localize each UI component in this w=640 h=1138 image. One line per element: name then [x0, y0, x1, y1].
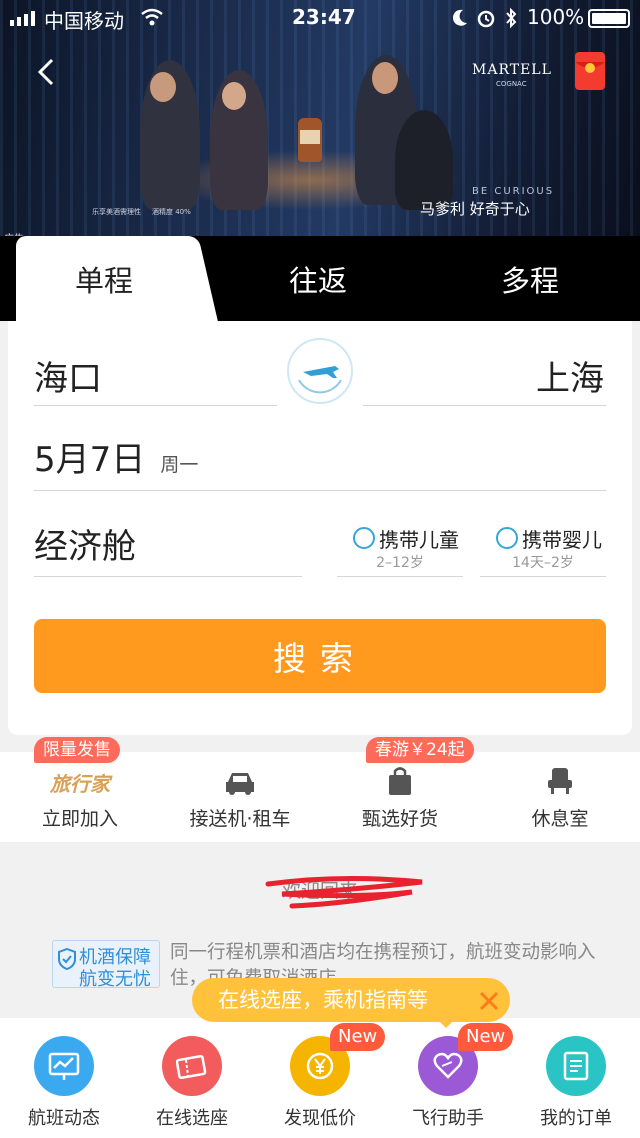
new-badge: New [330, 1023, 386, 1051]
weekday: 周一 [160, 454, 199, 476]
shield-icon [58, 948, 76, 970]
ticket-icon [176, 1054, 207, 1080]
quick-link-shop[interactable]: 甄选好货 [320, 752, 480, 842]
brand-logo: MARTELL [472, 62, 552, 78]
trip-type-tabs: 单程 往返 多程 [0, 236, 640, 321]
back-button[interactable] [30, 52, 64, 92]
nav-label: 发现低价 [284, 1108, 356, 1129]
child-checkbox[interactable] [353, 527, 375, 549]
brand-sub: COGNAC [496, 80, 527, 88]
tab-one-way[interactable]: 单程 [16, 236, 192, 321]
ad-banner[interactable]: MARTELL COGNAC BE CURIOUS 马爹利 好奇于心 乐享美酒需… [0, 0, 640, 245]
child-label: 携带儿童 [379, 528, 459, 552]
order-icon [563, 1051, 589, 1081]
lounge-seat-icon [548, 768, 572, 794]
spring-trip-badge: 春游￥24起 [366, 737, 474, 763]
infant-label: 携带婴儿 [522, 528, 602, 552]
infant-option[interactable]: 携带婴儿 14天–2岁 [480, 520, 606, 577]
nav-low-price[interactable]: 发现低价 New [256, 1018, 386, 1138]
carrier: 中国移动 [44, 9, 124, 33]
signal-icon [10, 11, 35, 26]
child-age: 2–12岁 [376, 555, 424, 571]
child-option[interactable]: 携带儿童 2–12岁 [337, 520, 463, 577]
battery-percent: 100% [527, 5, 585, 29]
flight-status-icon [48, 1052, 80, 1080]
red-packet-button[interactable] [575, 52, 605, 90]
moon-icon [452, 9, 467, 26]
quick-link-join[interactable]: 旅行家 立即加入 [0, 752, 160, 842]
tooltip-text: 在线选座，乘机指南等 [218, 988, 428, 1012]
slogan-en: BE CURIOUS [472, 186, 555, 197]
close-icon[interactable] [478, 990, 500, 1012]
wifi-icon [141, 8, 163, 26]
cabin-class[interactable]: 经济舱 [34, 519, 136, 568]
clock: 23:47 [292, 5, 356, 29]
infant-checkbox[interactable] [496, 527, 518, 549]
quick-link-label: 甄选好货 [361, 808, 438, 830]
airplane-swap-icon [298, 366, 342, 394]
bottom-nav: 航班动态 在线选座 发现低价 New 飞行助手 New 我的订单 [0, 1018, 640, 1138]
quick-links: 旅行家 立即加入 接送机·租车 甄选好货 休息室 [0, 752, 640, 842]
nav-seat-selection[interactable]: 在线选座 [128, 1018, 256, 1138]
swap-cities-button[interactable] [287, 338, 353, 404]
departure-date: 5月7日 [34, 440, 146, 480]
limited-sale-badge: 限量发售 [34, 737, 120, 763]
tab-multi-city[interactable]: 多程 [430, 236, 630, 321]
ad-warning: 乐享美酒需理性 [92, 208, 141, 216]
new-badge: New [458, 1023, 514, 1051]
quick-link-car[interactable]: 接送机·租车 [160, 752, 320, 842]
nav-my-orders[interactable]: 我的订单 [512, 1018, 640, 1138]
redaction-scribble [265, 875, 423, 909]
infant-age: 14天–2岁 [512, 555, 574, 571]
nav-label: 我的订单 [540, 1108, 612, 1129]
yen-coin-icon [306, 1052, 334, 1080]
nav-flight-status[interactable]: 航班动态 [0, 1018, 128, 1138]
traveler-logo: 旅行家 [50, 772, 110, 796]
quick-link-label: 立即加入 [41, 808, 118, 830]
alarm-icon [477, 10, 495, 28]
quick-link-label: 休息室 [531, 808, 589, 830]
red-packet-icon [575, 62, 605, 73]
nav-flight-assistant[interactable]: 飞行助手 New [384, 1018, 514, 1138]
departure-city[interactable]: 海口 [34, 351, 102, 400]
nav-label: 航班动态 [28, 1108, 100, 1129]
nav-label: 飞行助手 [412, 1108, 484, 1129]
status-bar: 中国移动 23:47 100% [0, 0, 640, 36]
guarantee-badge: 机酒保障 航变无忧 [52, 940, 160, 990]
car-icon [226, 773, 254, 795]
feature-tooltip[interactable]: 在线选座，乘机指南等 [192, 978, 510, 1028]
date-picker[interactable]: 5月7日 周一 [34, 432, 606, 490]
quick-link-lounge[interactable]: 休息室 [480, 752, 640, 842]
arrival-city[interactable]: 上海 [536, 351, 604, 400]
tab-round-trip[interactable]: 往返 [218, 236, 418, 321]
heart-icon [433, 1052, 463, 1079]
shopping-bag-icon [389, 767, 411, 795]
guarantee-line2: 航变无忧 [79, 969, 151, 990]
battery-icon [588, 9, 630, 28]
slogan-cn: 马爹利 好奇于心 [420, 200, 530, 218]
search-button[interactable]: 搜索 [34, 619, 606, 693]
bluetooth-icon [506, 7, 517, 29]
quick-link-label: 接送机·租车 [189, 808, 291, 830]
ad-abv: 酒精度 40% [152, 208, 191, 216]
nav-label: 在线选座 [156, 1108, 228, 1129]
back-arrow-icon [37, 58, 54, 86]
